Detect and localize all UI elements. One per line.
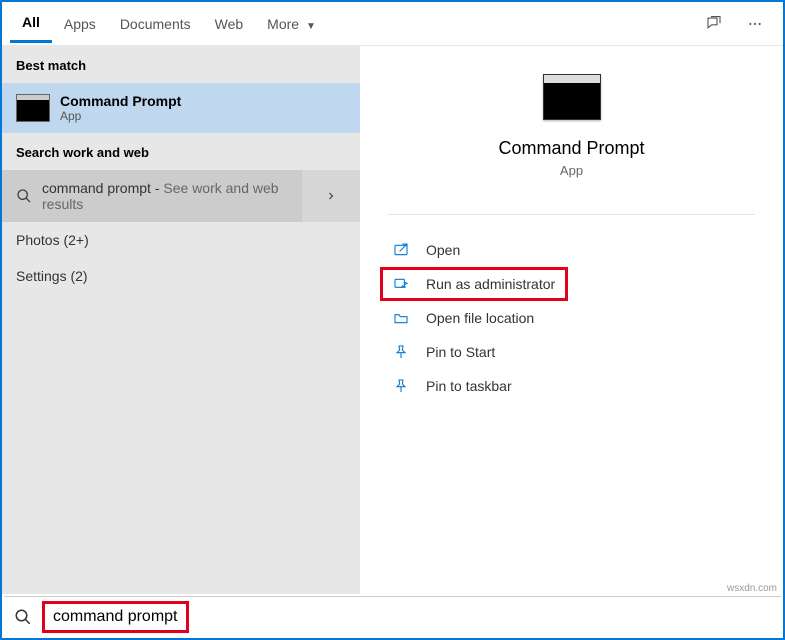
photos-category[interactable]: Photos (2+) (2, 222, 360, 258)
best-match-subtitle: App (60, 109, 181, 123)
action-open-location[interactable]: Open file location (380, 301, 763, 335)
preview-panel: Command Prompt App Open Run as administr… (360, 46, 783, 594)
tab-web[interactable]: Web (203, 6, 256, 42)
open-icon (390, 242, 412, 258)
filter-tabs: All Apps Documents Web More ▼ (2, 2, 783, 46)
tab-documents[interactable]: Documents (108, 6, 203, 42)
pin-icon (390, 344, 412, 360)
folder-icon (390, 310, 412, 326)
web-result-row: command prompt - See work and web result… (2, 170, 360, 222)
main-content: Best match Command Prompt App Search wor… (2, 46, 783, 594)
action-run-admin[interactable]: Run as administrator (380, 267, 568, 301)
expand-button[interactable] (302, 170, 360, 222)
preview-title: Command Prompt (360, 138, 783, 159)
best-match-title: Command Prompt (60, 93, 181, 109)
chevron-right-icon (325, 190, 337, 202)
action-open[interactable]: Open (380, 233, 763, 267)
preview-subtitle: App (360, 163, 783, 178)
chevron-down-icon: ▼ (306, 21, 316, 32)
pin-icon (390, 378, 412, 394)
tab-all[interactable]: All (10, 4, 52, 43)
divider (388, 214, 755, 215)
action-pin-start[interactable]: Pin to Start (380, 335, 763, 369)
search-input[interactable]: command prompt (42, 601, 189, 633)
command-prompt-icon (16, 94, 50, 122)
tab-more[interactable]: More ▼ (255, 6, 328, 42)
best-match-header: Best match (2, 46, 360, 83)
more-options-icon[interactable] (735, 8, 775, 40)
preview-header: Command Prompt App (360, 46, 783, 196)
web-search-item[interactable]: command prompt - See work and web result… (2, 170, 302, 222)
feedback-icon[interactable] (693, 7, 735, 41)
search-bar[interactable]: command prompt (4, 596, 781, 636)
tab-apps[interactable]: Apps (52, 6, 108, 42)
action-pin-start-label: Pin to Start (426, 344, 495, 360)
action-pin-taskbar[interactable]: Pin to taskbar (380, 369, 763, 403)
preview-app-icon (543, 74, 601, 120)
actions-list: Open Run as administrator Open file loca… (360, 233, 783, 403)
search-icon (14, 608, 32, 626)
settings-category[interactable]: Settings (2) (2, 258, 360, 294)
action-open-location-label: Open file location (426, 310, 534, 326)
best-match-item[interactable]: Command Prompt App (2, 83, 360, 133)
web-item-title: command prompt - See work and web result… (42, 180, 288, 212)
results-panel: Best match Command Prompt App Search wor… (2, 46, 360, 594)
search-icon (16, 188, 32, 204)
shield-admin-icon (390, 276, 412, 292)
watermark: wsxdn.com (727, 583, 777, 594)
action-run-admin-label: Run as administrator (426, 276, 555, 292)
work-web-header: Search work and web (2, 133, 360, 170)
tab-more-label: More (267, 16, 299, 32)
action-pin-taskbar-label: Pin to taskbar (426, 378, 512, 394)
action-open-label: Open (426, 242, 460, 258)
